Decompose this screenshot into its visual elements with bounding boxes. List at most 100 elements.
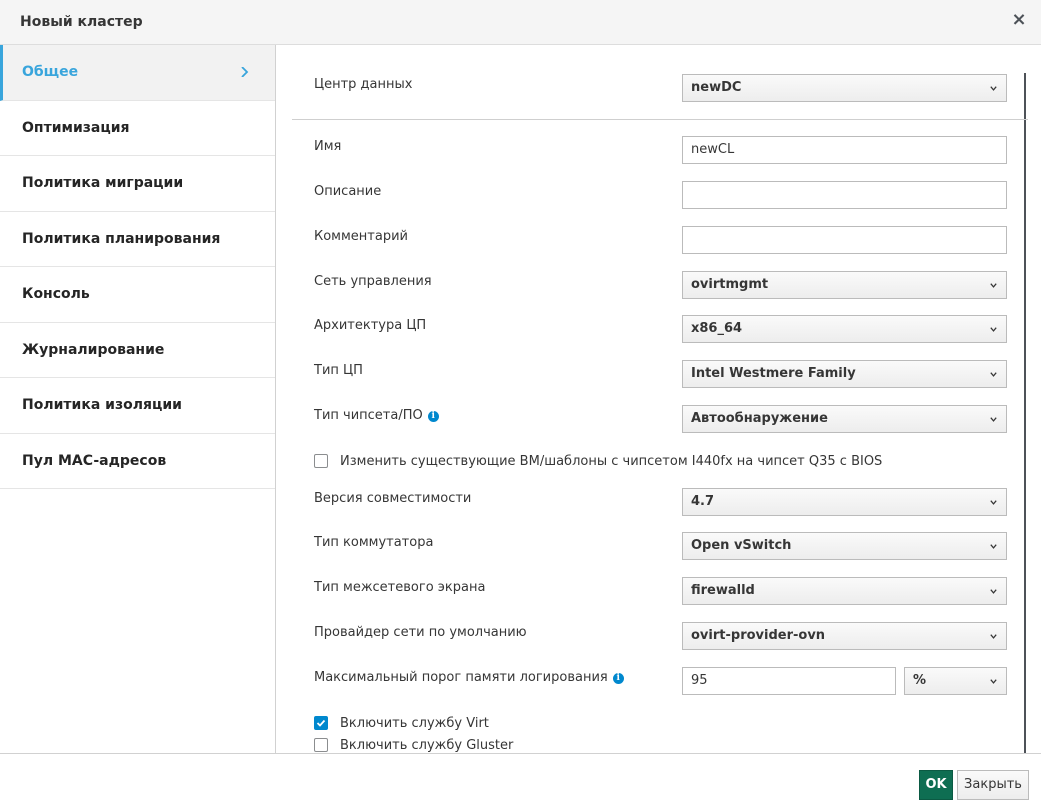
scrollbar[interactable]	[1024, 73, 1026, 753]
gluster-service-checkbox[interactable]	[314, 738, 328, 752]
chipset-label: Тип чипсета/ПО	[314, 408, 423, 423]
datacenter-select[interactable]: newDC	[682, 74, 1007, 102]
mgmt-network-row: Сеть управления ovirtmgmt	[314, 271, 1007, 299]
chipset-row: Тип чипсета/ПО i Автообнаружение	[314, 405, 1007, 433]
gluster-service-row[interactable]: Включить службу Gluster	[314, 736, 513, 753]
network-provider-row: Провайдер сети по умолчанию ovirt-provid…	[314, 622, 1007, 650]
switch-type-row: Тип коммутатора Open vSwitch	[314, 532, 1007, 560]
cpu-arch-row: Архитектура ЦП x86_64	[314, 315, 1007, 343]
sidebar-item-label: Пул MAC-адресов	[22, 452, 167, 469]
gluster-service-label: Включить службу Gluster	[340, 737, 514, 753]
new-cluster-dialog: Новый кластер × Общее Оптимизация Полити…	[0, 0, 1041, 812]
sidebar-item-scheduling-policy[interactable]: Политика планирования	[0, 212, 275, 267]
sidebar-item-optimization[interactable]: Оптимизация	[0, 101, 275, 156]
compat-version-value: 4.7	[691, 494, 715, 509]
comment-row: Комментарий	[314, 226, 1007, 254]
info-icon[interactable]: i	[612, 673, 624, 684]
chipset-value: Автообнаружение	[691, 411, 828, 426]
description-row: Описание	[314, 181, 1007, 209]
mgmt-network-value: ovirtmgmt	[691, 277, 769, 292]
sidebar-item-label: Журналирование	[22, 341, 165, 358]
sidebar-item-label: Политика миграции	[22, 175, 184, 192]
change-vms-checkbox[interactable]	[314, 454, 328, 468]
chipset-label-wrap: Тип чипсета/ПО i	[314, 408, 439, 423]
general-tab-content: Центр данных newDC Имя newCL Описание Ко…	[276, 45, 1041, 753]
sidebar-item-fencing-policy[interactable]: Политика изоляции	[0, 378, 275, 434]
info-icon[interactable]: i	[427, 411, 439, 422]
sidebar-item-label: Консоль	[22, 286, 90, 303]
description-input[interactable]	[682, 181, 1007, 209]
cpu-arch-select[interactable]: x86_64	[682, 315, 1007, 343]
dialog-footer: OK Закрыть	[0, 753, 1041, 812]
section-divider	[292, 119, 1028, 120]
sidebar-item-label: Оптимизация	[22, 119, 130, 136]
sidebar: Общее Оптимизация Политика миграции Поли…	[0, 45, 276, 753]
firewall-type-value: firewalld	[691, 583, 755, 598]
virt-service-row[interactable]: Включить службу Virt	[314, 714, 489, 732]
close-icon[interactable]: ×	[1009, 9, 1029, 31]
chevron-down-icon	[990, 679, 997, 684]
log-threshold-unit-select[interactable]: %	[904, 667, 1007, 695]
sidebar-item-console[interactable]: Консоль	[0, 267, 275, 323]
name-input[interactable]: newCL	[682, 136, 1007, 164]
cpu-type-label: Тип ЦП	[314, 363, 363, 378]
cpu-type-row: Тип ЦП Intel Westmere Family	[314, 360, 1007, 388]
datacenter-row: Центр данных newDC	[314, 74, 1007, 102]
switch-type-label: Тип коммутатора	[314, 535, 434, 550]
virt-service-checkbox[interactable]	[314, 716, 328, 730]
compat-version-select[interactable]: 4.7	[682, 488, 1007, 516]
checkmark-icon	[316, 719, 326, 727]
sidebar-item-label: Политика планирования	[22, 230, 221, 247]
mgmt-network-label: Сеть управления	[314, 274, 432, 289]
cpu-type-value: Intel Westmere Family	[691, 366, 856, 381]
chevron-down-icon	[990, 283, 997, 288]
chipset-select[interactable]: Автообнаружение	[682, 405, 1007, 433]
log-threshold-input[interactable]: 95	[682, 667, 896, 695]
change-vms-label: Изменить существующие ВМ/шаблоны с чипсе…	[340, 453, 883, 469]
sidebar-item-general[interactable]: Общее	[0, 45, 275, 101]
sidebar-item-migration-policy[interactable]: Политика миграции	[0, 156, 275, 212]
comment-input[interactable]	[682, 226, 1007, 254]
mgmt-network-select[interactable]: ovirtmgmt	[682, 271, 1007, 299]
firewall-type-select[interactable]: firewalld	[682, 577, 1007, 605]
network-provider-label: Провайдер сети по умолчанию	[314, 625, 527, 640]
chevron-down-icon	[990, 634, 997, 639]
ok-button[interactable]: OK	[919, 770, 953, 800]
sidebar-item-label: Политика изоляции	[22, 397, 182, 414]
sidebar-item-label: Общее	[22, 64, 79, 81]
chevron-down-icon	[990, 544, 997, 549]
firewall-type-label: Тип межсетевого экрана	[314, 580, 486, 595]
chevron-down-icon	[990, 500, 997, 505]
description-label: Описание	[314, 184, 382, 199]
chevron-right-icon	[241, 67, 249, 78]
cpu-arch-value: x86_64	[691, 321, 743, 336]
close-button[interactable]: Закрыть	[957, 770, 1029, 800]
chevron-down-icon	[990, 372, 997, 377]
name-label: Имя	[314, 139, 342, 154]
compat-version-row: Версия совместимости 4.7	[314, 488, 1007, 516]
chevron-down-icon	[990, 327, 997, 332]
log-threshold-label-wrap: Максимальный порог памяти логирования i	[314, 670, 624, 685]
log-threshold-label: Максимальный порог памяти логирования	[314, 670, 608, 685]
cpu-arch-label: Архитектура ЦП	[314, 318, 427, 333]
switch-type-select[interactable]: Open vSwitch	[682, 532, 1007, 560]
chevron-down-icon	[990, 86, 997, 91]
name-row: Имя newCL	[314, 136, 1007, 164]
chevron-down-icon	[990, 417, 997, 422]
comment-label: Комментарий	[314, 229, 408, 244]
virt-service-label: Включить службу Virt	[340, 715, 489, 731]
network-provider-value: ovirt-provider-ovn	[691, 628, 826, 643]
network-provider-select[interactable]: ovirt-provider-ovn	[682, 622, 1007, 650]
datacenter-label: Центр данных	[314, 77, 413, 92]
change-vms-row[interactable]: Изменить существующие ВМ/шаблоны с чипсе…	[314, 452, 882, 470]
compat-version-label: Версия совместимости	[314, 491, 472, 506]
sidebar-item-logging[interactable]: Журналирование	[0, 323, 275, 378]
log-threshold-unit-value: %	[913, 673, 927, 688]
firewall-type-row: Тип межсетевого экрана firewalld	[314, 577, 1007, 605]
sidebar-item-mac-pool[interactable]: Пул MAC-адресов	[0, 434, 275, 489]
log-threshold-row: Максимальный порог памяти логирования i 9…	[314, 667, 1007, 695]
dialog-header: Новый кластер ×	[0, 0, 1041, 45]
datacenter-value: newDC	[691, 80, 742, 95]
chevron-down-icon	[990, 589, 997, 594]
cpu-type-select[interactable]: Intel Westmere Family	[682, 360, 1007, 388]
